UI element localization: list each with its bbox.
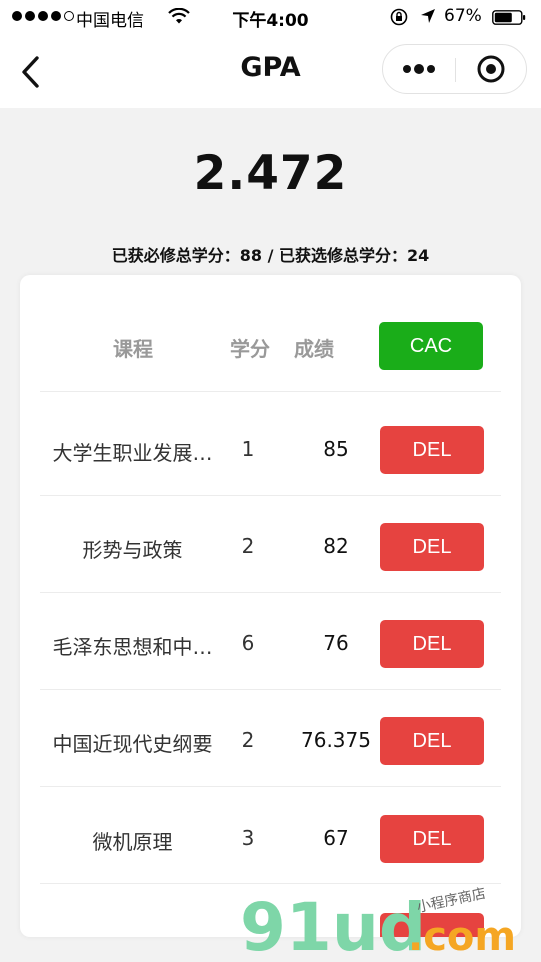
course-score: 76.375 bbox=[301, 728, 371, 752]
course-score: 67 bbox=[323, 826, 349, 850]
chevron-left-icon bbox=[22, 56, 39, 88]
course-score: 85 bbox=[323, 437, 349, 461]
mini-program-capsule bbox=[382, 44, 527, 94]
location-icon bbox=[420, 8, 436, 29]
course-credit: 1 bbox=[241, 437, 255, 461]
delete-button[interactable]: DEL bbox=[380, 523, 484, 571]
table-row: 形势与政策 2 82 DEL bbox=[40, 523, 501, 571]
back-button[interactable] bbox=[10, 52, 50, 92]
course-name: 形势与政策 bbox=[82, 538, 183, 562]
table-header: 课程 学分 成绩 CAC bbox=[40, 322, 501, 370]
course-name: 大学生职业发展… bbox=[52, 441, 213, 465]
table-row: 毛泽东思想和中… 6 76 DEL bbox=[40, 620, 501, 668]
rotation-lock-icon bbox=[390, 8, 408, 31]
course-table-card: 课程 学分 成绩 CAC 大学生职业发展… 1 85 DEL 形势与政策 2 8… bbox=[20, 275, 521, 937]
row-divider bbox=[40, 689, 501, 690]
delete-button[interactable]: DEL bbox=[380, 620, 484, 668]
course-credit: 3 bbox=[241, 826, 255, 850]
calculate-button[interactable]: CAC bbox=[379, 322, 483, 370]
status-bar: 中国电信 下午4:00 67% bbox=[0, 0, 541, 34]
course-name: 中国近现代史纲要 bbox=[52, 732, 213, 756]
battery-icon bbox=[492, 10, 526, 25]
credits-summary: 已获必修总学分：88 / 已获选修总学分：24 bbox=[111, 246, 430, 265]
course-credit: 6 bbox=[241, 631, 255, 655]
navigation-bar: GPA bbox=[0, 34, 541, 108]
course-credit: 2 bbox=[241, 534, 255, 558]
course-score: 76 bbox=[323, 631, 349, 655]
row-divider bbox=[40, 883, 501, 884]
delete-button[interactable]: DEL bbox=[380, 717, 484, 765]
course-name: 微机原理 bbox=[92, 830, 173, 854]
gpa-value: 2.472 bbox=[193, 146, 348, 201]
more-dots-icon bbox=[403, 64, 435, 74]
header-score: 成绩 bbox=[294, 337, 334, 361]
row-divider bbox=[40, 495, 501, 496]
table-row: 大学生职业发展… 1 85 DEL bbox=[40, 426, 501, 474]
table-row: 中国近现代史纲要 2 76.375 DEL bbox=[40, 717, 501, 765]
delete-button[interactable]: DEL bbox=[380, 815, 484, 863]
header-credit: 学分 bbox=[230, 337, 270, 361]
row-divider bbox=[40, 391, 501, 392]
header-course: 课程 bbox=[113, 337, 153, 361]
row-divider bbox=[40, 592, 501, 593]
close-miniprogram-button[interactable] bbox=[456, 45, 526, 93]
delete-button[interactable]: DEL bbox=[380, 426, 484, 474]
battery-percent: 67% bbox=[444, 6, 482, 26]
course-name: 毛泽东思想和中… bbox=[52, 635, 213, 659]
more-button[interactable] bbox=[383, 45, 455, 93]
table-row: 微机原理 3 67 DEL bbox=[40, 815, 501, 863]
delete-button[interactable] bbox=[380, 913, 484, 937]
course-credit: 2 bbox=[241, 728, 255, 752]
row-divider bbox=[40, 786, 501, 787]
course-score: 82 bbox=[323, 534, 349, 558]
target-close-icon bbox=[477, 55, 505, 83]
